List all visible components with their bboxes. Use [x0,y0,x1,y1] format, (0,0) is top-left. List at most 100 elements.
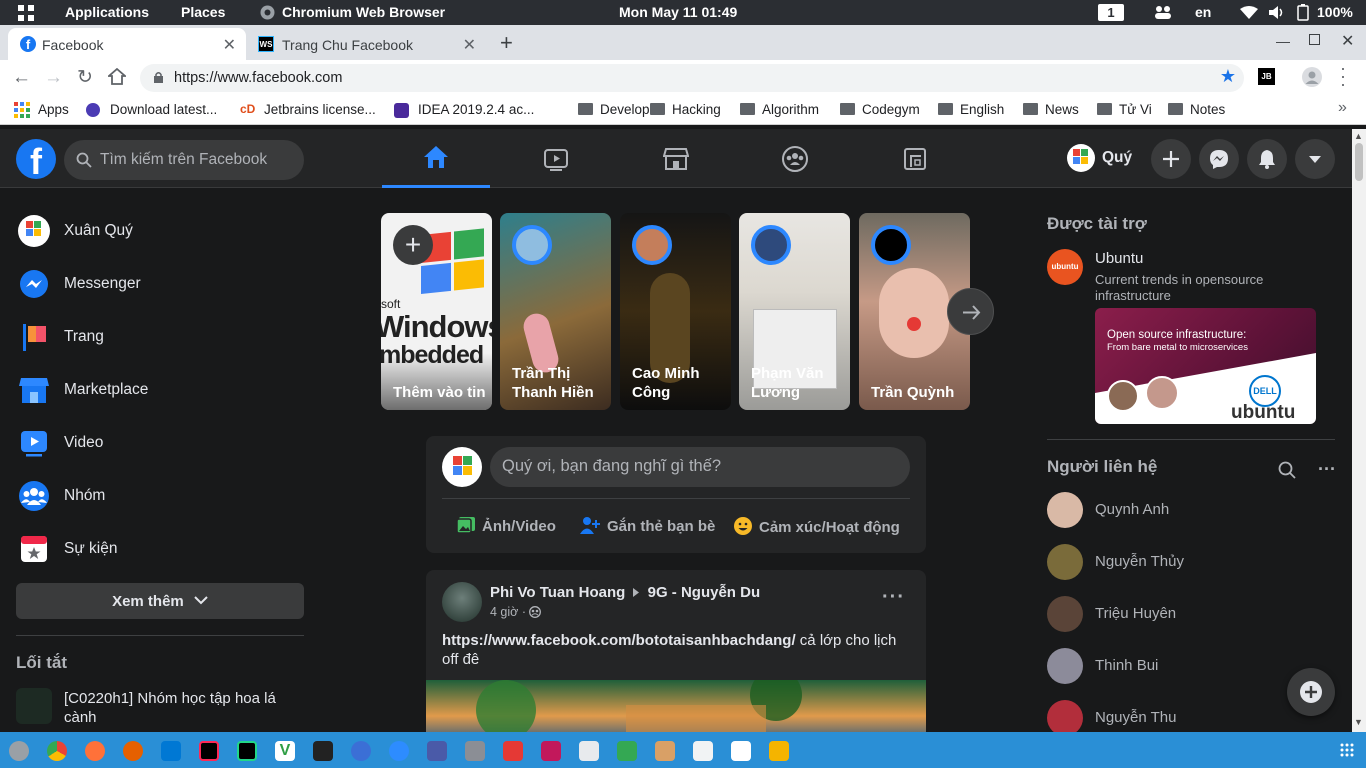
sidebar-item-profile[interactable]: Xuân Quý [16,209,306,253]
archive-taskbar-icon[interactable] [769,741,789,761]
tag-friends-button[interactable]: Gắn thẻ bạn bè [579,516,715,535]
scroll-down-arrow-icon[interactable]: ▼ [1354,717,1363,727]
profile-avatar-icon[interactable] [1302,67,1322,87]
language-indicator[interactable]: en [1195,4,1211,20]
bookmark-idea[interactable]: IDEA 2019.2.4 ac... [418,102,534,117]
facebook-logo-icon[interactable]: f [16,139,56,179]
chrome-menu-icon[interactable]: · · · [1340,59,1346,93]
text-editor-taskbar-icon[interactable] [693,741,713,761]
post-group[interactable]: 9G - Nguyễn Du [648,584,761,601]
vscode-taskbar-icon[interactable] [161,741,181,761]
people-icon[interactable] [1153,5,1173,20]
bookmark-tu-vi[interactable]: Tử Vi [1097,102,1152,117]
chat-taskbar-icon[interactable] [351,741,371,761]
home-icon[interactable] [108,68,126,85]
close-tab-icon[interactable]: ✕ [223,35,236,55]
sidebar-item-marketplace[interactable]: Marketplace [16,368,306,412]
bookmark-download-latest[interactable]: Download latest... [110,102,217,117]
post-time[interactable]: 4 giờ · [490,605,542,619]
new-tab-button[interactable]: + [500,30,513,56]
document-taskbar-icon[interactable] [579,741,599,761]
calculator-taskbar-icon[interactable] [465,741,485,761]
profile-avatar[interactable] [1067,144,1095,172]
contact-item[interactable]: Triệu Huyên [1047,596,1347,636]
firefox-dev-taskbar-icon[interactable] [123,741,143,761]
sidebar-item-pages[interactable]: Trang [16,315,306,359]
presentation-taskbar-icon[interactable] [655,741,675,761]
post-options-icon[interactable]: ··· [882,586,905,609]
sidebar-item-groups[interactable]: Nhóm [16,474,306,518]
post-link[interactable]: https://www.facebook.com/bototaisanhbach… [442,632,796,649]
intellij-taskbar-icon[interactable] [199,741,219,761]
chromium-taskbar-icon[interactable] [9,741,29,761]
story-create[interactable]: soft Windows mbedded + Thêm vào tin [381,213,492,410]
zoom-taskbar-icon[interactable] [389,741,409,761]
bookmark-developer[interactable]: Developer [578,102,662,117]
active-app-title[interactable]: Chromium Web Browser [282,4,445,20]
bookmark-jetbrains-license[interactable]: Jetbrains license... [264,102,376,117]
mail-taskbar-icon[interactable] [731,741,751,761]
stories-next-button[interactable] [947,288,994,335]
nav-watch[interactable] [502,129,610,188]
close-window-button[interactable]: ✕ [1341,31,1354,51]
story-card[interactable]: Phạm Văn Lương [739,213,850,410]
profile-name[interactable]: Quý [1102,149,1132,167]
contacts-search-icon[interactable] [1278,461,1296,479]
spreadsheet-taskbar-icon[interactable] [617,741,637,761]
tab-facebook[interactable]: f Facebook ✕ [8,28,246,60]
webstorm-taskbar-icon[interactable] [237,741,257,761]
see-more-button[interactable]: Xem thêm [16,583,304,619]
vim-taskbar-icon[interactable]: V [275,741,295,761]
close-tab-icon[interactable]: ✕ [463,35,476,55]
search-input[interactable]: Tìm kiếm trên Facebook [64,140,304,180]
notifications-button[interactable] [1247,139,1287,179]
reload-icon[interactable]: ↻ [77,66,93,89]
wifi-icon[interactable] [1240,6,1258,19]
ad-name[interactable]: Ubuntu [1095,250,1143,267]
bookmark-apps[interactable]: Apps [38,102,69,117]
volume-icon[interactable] [1268,5,1285,20]
nav-gaming[interactable] [861,129,969,188]
post-author[interactable]: Phi Vo Tuan Hoang [490,584,625,601]
bookmark-codegym[interactable]: Codegym [840,102,920,117]
contacts-options-icon[interactable]: ··· [1318,459,1336,480]
contact-item[interactable]: Nguyễn Thủy [1047,544,1347,584]
bookmark-hacking[interactable]: Hacking [650,102,721,117]
clock[interactable]: Mon May 11 01:49 [619,4,737,20]
photo-video-button[interactable]: Ảnh/Video [456,516,556,535]
bookmark-news[interactable]: News [1023,102,1079,117]
filezilla-taskbar-icon[interactable] [503,741,523,761]
bookmark-star-icon[interactable]: ★ [1220,66,1236,87]
messenger-button[interactable] [1199,139,1239,179]
new-message-button[interactable] [1287,668,1335,716]
sidebar-item-events[interactable]: Sự kiện [16,527,306,571]
show-apps-icon[interactable] [1340,743,1354,757]
bookmark-notes[interactable]: Notes [1168,102,1225,117]
applications-menu[interactable]: Applications [65,4,149,20]
scrollbar-thumb[interactable] [1355,143,1363,181]
post-image[interactable] [426,680,926,740]
feeling-activity-button[interactable]: Cảm xúc/Hoạt động [733,516,900,536]
restore-button[interactable] [1309,34,1320,45]
terminal-taskbar-icon[interactable] [313,741,333,761]
postman-taskbar-icon[interactable] [427,741,447,761]
places-menu[interactable]: Places [181,4,225,20]
avatar[interactable] [442,447,482,487]
workspace-indicator[interactable]: 1 [1098,4,1124,21]
ad-image[interactable]: Open source infrastructure: From bare me… [1095,308,1316,424]
forward-icon[interactable]: → [44,67,63,89]
sidebar-item-video[interactable]: Video [16,421,306,465]
ubuntu-logo-icon[interactable]: ubuntu [1047,249,1083,285]
nav-home[interactable] [382,129,490,188]
add-story-plus-icon[interactable]: + [393,225,433,265]
more-bookmarks-icon[interactable]: » [1338,99,1347,117]
battery-icon[interactable] [1297,4,1309,21]
post-author-avatar[interactable] [442,582,482,622]
contact-item[interactable]: Quynh Anh [1047,492,1347,532]
tab-trang-chu[interactable]: WS Trang Chu Facebook ✕ [248,28,486,60]
scroll-up-arrow-icon[interactable]: ▲ [1354,131,1363,141]
grid-icon[interactable] [18,5,34,21]
create-button[interactable] [1151,139,1191,179]
back-icon[interactable]: ← [12,67,31,89]
account-menu-button[interactable] [1295,139,1335,179]
